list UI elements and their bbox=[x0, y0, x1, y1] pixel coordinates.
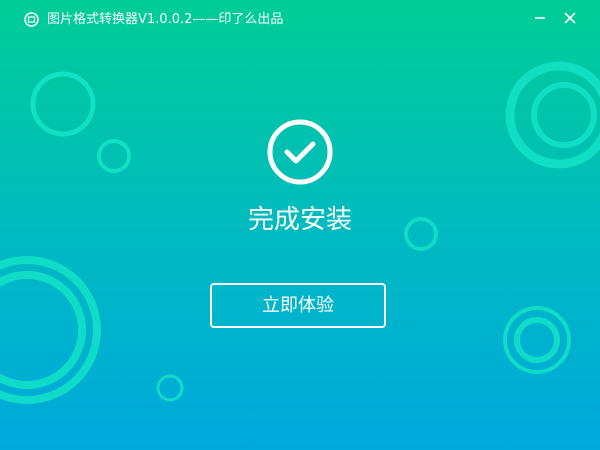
decor-ring bbox=[156, 374, 184, 402]
decor-ring bbox=[514, 317, 560, 363]
decor-ring bbox=[505, 61, 600, 169]
minimize-icon bbox=[535, 17, 545, 19]
decor-ring bbox=[503, 306, 571, 374]
title-bar: 图片格式转换器V1.0.0.2——印了么出品 bbox=[0, 0, 600, 40]
check-circle-icon bbox=[267, 119, 333, 185]
close-button[interactable] bbox=[559, 7, 581, 29]
window-title: 图片格式转换器V1.0.0.2——印了么出品 bbox=[47, 12, 284, 27]
install-complete-title: 完成安装 bbox=[247, 205, 352, 235]
decor-ring bbox=[30, 71, 96, 137]
close-icon bbox=[564, 12, 576, 24]
minimize-button[interactable] bbox=[529, 7, 551, 29]
app-logo-icon bbox=[24, 12, 39, 27]
decor-ring bbox=[0, 256, 101, 404]
decor-ring bbox=[0, 271, 86, 389]
decor-ring bbox=[531, 82, 597, 148]
installer-window: 图片格式转换器V1.0.0.2——印了么出品 完成安装 立即体验 bbox=[0, 0, 600, 450]
decor-ring bbox=[97, 139, 131, 173]
try-now-button[interactable]: 立即体验 bbox=[210, 283, 386, 328]
